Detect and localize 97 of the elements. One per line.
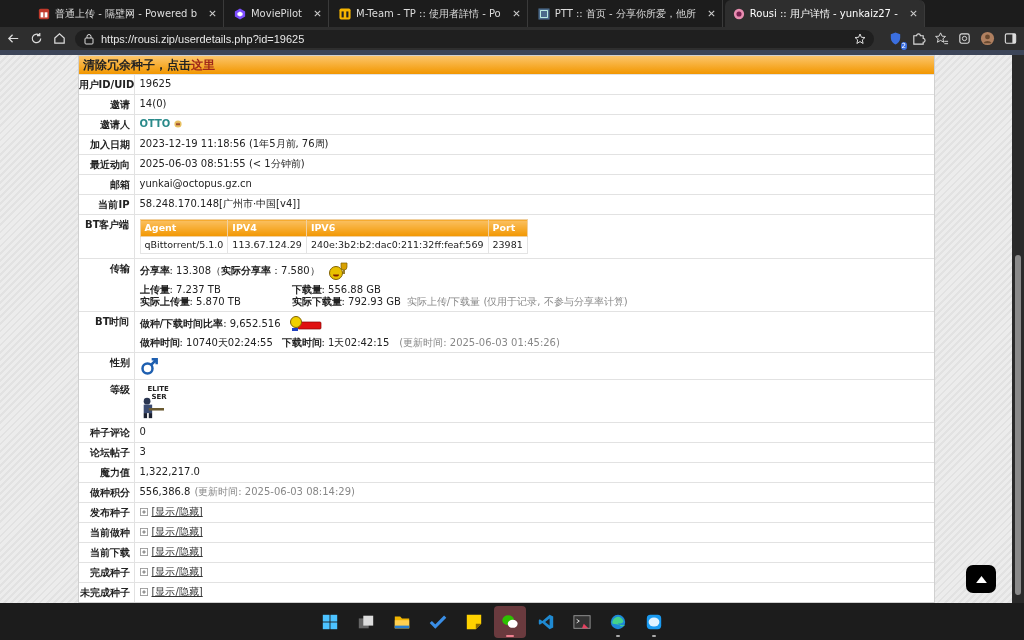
show-hide-link[interactable]: [显示/隐藏] — [151, 566, 203, 578]
close-icon[interactable] — [511, 9, 521, 18]
row-label: 当前IP — [98, 199, 130, 210]
show-hide-link[interactable]: [显示/隐藏] — [151, 526, 203, 538]
row-label: 完成种子 — [89, 567, 130, 578]
star-icon[interactable] — [854, 32, 866, 45]
row-label: 当前下载 — [89, 547, 130, 558]
expand-icon[interactable] — [139, 528, 148, 536]
time-stat: 下载时间: 1天02:42:15 — [281, 337, 390, 349]
close-icon[interactable] — [313, 9, 322, 18]
code-editor-icon — [537, 612, 555, 631]
expand-icon[interactable] — [139, 508, 148, 516]
update-note: (更新时间: 2025-06-03 08:14:29) — [194, 486, 355, 498]
home-icon[interactable] — [52, 31, 67, 46]
table-cell: 113.67.124.29 — [227, 236, 307, 254]
row-value: 2023-12-19 11:18:56 (1年5月前, 76周) — [139, 138, 329, 150]
column-header: Port — [488, 219, 528, 237]
table-cell: qBittorrent/5.1.0 — [140, 236, 228, 254]
row-value: 2025-06-03 08:51:55 (< 1分钟前) — [139, 158, 305, 170]
row-label: 邀请人 — [99, 119, 130, 130]
show-hide-link[interactable]: [显示/隐藏] — [151, 546, 203, 558]
shield-icon[interactable] — [888, 31, 903, 46]
puzzle-icon[interactable] — [911, 31, 926, 46]
chat-bubbles-icon — [501, 612, 519, 631]
row-label: 做种积分 — [89, 487, 130, 498]
close-icon[interactable] — [208, 9, 217, 18]
row-value: 3 — [139, 446, 146, 458]
row-value: 0 — [139, 426, 146, 438]
close-icon[interactable] — [706, 9, 716, 18]
close-icon[interactable] — [908, 9, 918, 18]
row-value: 1,322,217.0 — [139, 466, 200, 478]
windows-logo-icon — [321, 612, 339, 631]
transfer-stat: 实际上传量: 5.870 TB — [139, 296, 242, 308]
time-stat: 做种时间: 10740天02:24:55 — [139, 337, 272, 349]
row-value: 14(0) — [139, 98, 167, 110]
row-label: 用户ID/UID — [78, 79, 135, 90]
expand-icon[interactable] — [139, 588, 148, 596]
row-label: 等级 — [109, 384, 130, 395]
collections-icon[interactable] — [957, 31, 972, 46]
row-label: 魔力值 — [99, 467, 130, 478]
show-hide-link[interactable]: [显示/隐藏] — [151, 506, 203, 518]
gift-icon — [38, 7, 50, 20]
row-value: 58.248.170.148[广州市·中国[v4]] — [139, 198, 301, 210]
row-label: 性别 — [109, 357, 130, 368]
expand-icon[interactable] — [139, 568, 148, 576]
banner-link[interactable]: 这里 — [190, 56, 215, 74]
refresh-icon[interactable] — [29, 31, 44, 46]
expand-icon[interactable] — [139, 548, 148, 556]
browser-icon — [609, 612, 627, 631]
username-link[interactable]: OTTO — [139, 118, 171, 130]
banner-text: 清除冗余种子，点击 — [82, 56, 191, 74]
show-hide-link[interactable]: [显示/隐藏] — [151, 586, 203, 598]
row-label: 邀请 — [109, 99, 130, 110]
update-note: (更新时间: 2025-06-03 01:45:26) — [399, 337, 560, 349]
favorites-icon[interactable] — [934, 31, 949, 46]
hexagon-icon — [234, 7, 246, 20]
row-value: yunkai@octopus.gz.cn — [139, 178, 252, 190]
row-label: BT客户端 — [85, 219, 130, 230]
crown-icon — [174, 120, 183, 128]
message-bubble-icon — [645, 612, 663, 631]
sidebar-icon[interactable] — [1003, 31, 1018, 46]
row-label: 种子评论 — [89, 427, 130, 438]
scrollbar[interactable] — [1012, 55, 1024, 603]
row-value: 556,386.8 — [139, 486, 191, 498]
url-text: https://rousi.zip/userdetails.php?id=19625 — [101, 32, 305, 45]
up-arrow-icon — [974, 574, 988, 584]
column-header: IPV6 — [306, 219, 488, 237]
row-label: 传输 — [109, 263, 130, 274]
row-value: 19625 — [139, 78, 172, 90]
transfer-stat: 实际下载量: 792.93 GB 实际上传/下载量 (仅用于记录, 不参与分享率计算) — [291, 296, 629, 308]
row-label: 邮箱 — [109, 179, 130, 190]
row-label: 加入日期 — [89, 139, 130, 150]
column-header: Agent — [140, 219, 228, 237]
transfer-stat: 下载量: 556.88 GB — [291, 284, 382, 296]
ratio-text: 做种/下载时间比率: 9,652.516 — [139, 318, 281, 330]
column-header: IPV4 — [227, 219, 307, 237]
row-label: BT时间 — [95, 316, 130, 327]
row-label: 未完成种子 — [79, 587, 130, 598]
row-label: 当前做种 — [89, 527, 130, 538]
avatar-icon[interactable] — [980, 31, 995, 46]
smiley-trophy-icon — [327, 262, 350, 280]
address-field[interactable]: https://rousi.zip/userdetails.php?id=19625 — [75, 29, 874, 48]
row-label: 论坛帖子 — [89, 447, 130, 458]
back-to-top-button[interactable] — [966, 565, 996, 593]
ratio-text: 分享率: 13.308（实际分享率：7.580） — [139, 265, 320, 277]
male-symbol-icon — [139, 356, 160, 376]
table-cell: 23981 — [488, 236, 528, 254]
lock-icon — [83, 32, 95, 45]
sticky-note-icon — [465, 612, 483, 631]
lying-figure-icon — [288, 315, 323, 333]
browser-tab[interactable]: Rousi :: 用户详情 - yunkaiz27 - — [724, 0, 925, 27]
taskbar-app[interactable] — [494, 605, 526, 638]
row-label: 发布种子 — [89, 507, 130, 518]
table-cell: 240e:3b2:b2:dac0:211:32ff:feaf:569 — [306, 236, 488, 254]
transfer-stat: 上传量: 7.237 TB — [139, 284, 222, 296]
terminal-icon — [573, 612, 591, 631]
row-label: 最近动向 — [89, 159, 130, 170]
